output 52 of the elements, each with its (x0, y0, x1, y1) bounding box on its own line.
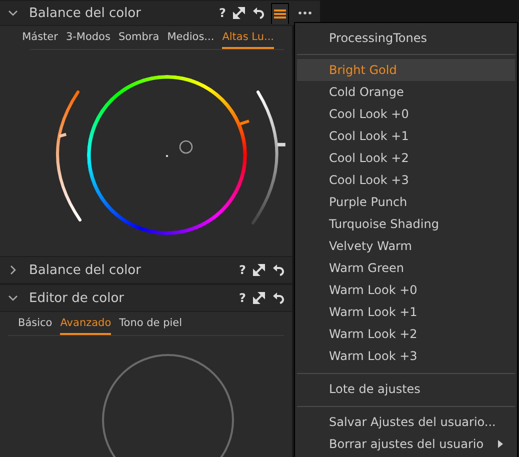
tab[interactable]: Sombra (118, 31, 160, 49)
undo-icon[interactable] (272, 292, 284, 304)
tab[interactable]: 3-Modos (66, 31, 110, 49)
menu-item[interactable]: Cool Look +1 (297, 125, 515, 147)
color-handle[interactable] (179, 140, 193, 154)
menu-item[interactable]: Cool Look +3 (297, 169, 515, 191)
slider-handle[interactable] (277, 142, 286, 146)
help-button[interactable]: ? (239, 263, 246, 277)
hue-marker[interactable] (240, 120, 250, 126)
panel-title: Balance del color (29, 262, 141, 278)
menu-item[interactable]: Cool Look +0 (297, 103, 515, 125)
menu-item[interactable]: Borrar ajustes del usuario (297, 433, 515, 455)
more-icon[interactable] (298, 11, 312, 15)
chevron-icon[interactable] (8, 265, 18, 275)
menu-item[interactable]: Velvety Warm (297, 235, 515, 257)
panel-title: Balance del color (29, 6, 141, 20)
help-button[interactable]: ? (219, 6, 226, 20)
menu-button[interactable] (271, 2, 289, 24)
menu-item[interactable]: Warm Look +1 (297, 301, 515, 323)
tab[interactable]: Básico (18, 317, 52, 335)
menu-item[interactable]: Salvar Ajustes del usuario... (297, 411, 515, 433)
expand-icon[interactable] (233, 7, 245, 19)
menu-item[interactable]: Purple Punch (297, 191, 515, 213)
saturation-slider[interactable] (56, 90, 82, 222)
menu-item[interactable]: Warm Look +3 (297, 345, 515, 367)
color-circle[interactable] (102, 354, 234, 457)
chevron-icon[interactable] (8, 8, 18, 18)
undo-icon[interactable] (272, 264, 284, 276)
slider-handle[interactable] (58, 132, 67, 138)
tab[interactable]: Avanzado (60, 317, 112, 335)
menu-icon (274, 8, 286, 18)
brightness-slider[interactable] (252, 90, 286, 224)
menu-item[interactable]: Lote de ajustes (297, 378, 515, 400)
menu-item[interactable]: Turquoise Shading (297, 213, 515, 235)
expand-icon[interactable] (253, 264, 265, 276)
menu-item[interactable]: Cold Orange (297, 81, 515, 103)
tab[interactable]: Altas Lu... (222, 31, 274, 49)
tab[interactable]: Tono de piel (119, 317, 182, 335)
tab[interactable]: Máster (22, 31, 58, 49)
menu-item[interactable]: Cool Look +2 (297, 147, 515, 169)
menu-item[interactable]: Warm Green (297, 257, 515, 279)
menu-header: ProcessingTones (328, 30, 428, 47)
chevron-icon[interactable] (8, 293, 18, 303)
undo-icon[interactable] (252, 7, 264, 19)
menu-item[interactable]: Warm Look +2 (297, 323, 515, 345)
submenu-arrow-icon (498, 440, 503, 448)
menu-item[interactable]: Warm Look +0 (297, 279, 515, 301)
panel-title: Editor de color (29, 290, 124, 306)
help-button[interactable]: ? (239, 291, 246, 305)
tab[interactable]: Medios... (167, 31, 214, 49)
menu-item[interactable]: Bright Gold (297, 59, 515, 81)
expand-icon[interactable] (253, 292, 265, 304)
